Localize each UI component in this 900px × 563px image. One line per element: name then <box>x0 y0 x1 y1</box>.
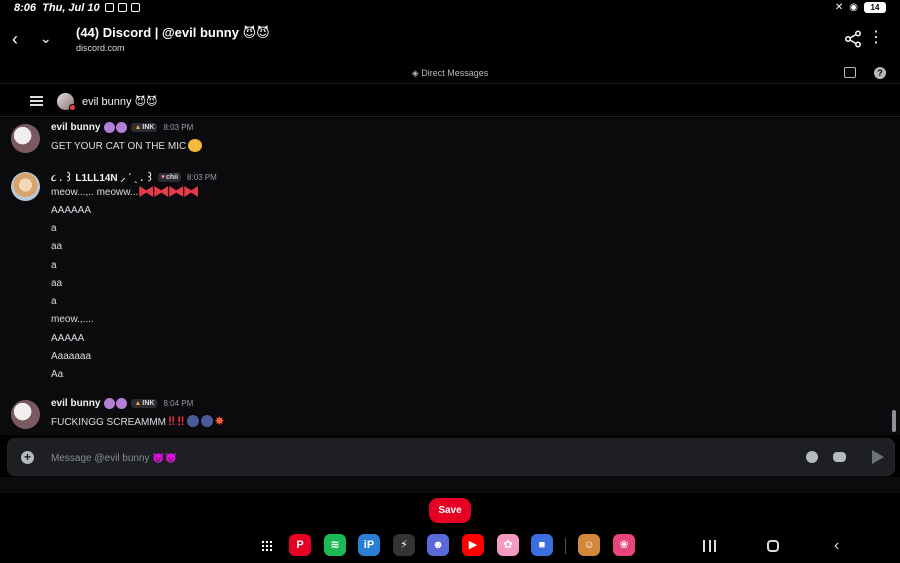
page-domain: discord.com <box>76 43 125 53</box>
pinterest-app-icon[interactable]: P <box>289 534 311 556</box>
browser-bar: ‹ ⌄ (44) Discord | @evil bunny 😈😈 discor… <box>0 16 900 64</box>
ibispaint-app-icon[interactable]: iP <box>358 534 380 556</box>
add-attachment-icon[interactable]: + <box>21 451 34 464</box>
message-line: a <box>51 223 57 234</box>
scrollbar-thumb[interactable] <box>892 410 896 432</box>
composer-footer <box>0 477 900 493</box>
speaking-head-icon <box>186 415 199 427</box>
message-line: Aa <box>51 369 64 380</box>
message-line: Aaaaaaa <box>51 351 92 362</box>
battery-icon: 14 <box>864 2 886 13</box>
ribbon-emoji-icon <box>139 186 154 197</box>
nav-back-icon[interactable]: ‹ <box>834 537 839 555</box>
help-icon[interactable]: ? <box>874 67 886 79</box>
channel-name[interactable]: evil bunny 😈😈 <box>82 95 158 108</box>
emoji-icon[interactable] <box>806 451 818 463</box>
flame-icon: ▲ <box>134 400 142 407</box>
message-line: meow...,.. meoww... <box>51 186 199 198</box>
message-line: AAAAA <box>51 333 85 344</box>
bolt-app-icon[interactable]: ⚡ <box>393 534 415 556</box>
message-composer: + <box>7 438 895 476</box>
status-right: ✕ ◉ 14 <box>835 2 886 13</box>
gacha-app-icon[interactable]: ☻ <box>427 534 449 556</box>
game-avatar-app-icon[interactable]: ☺ <box>578 534 600 556</box>
author-avatar[interactable] <box>11 124 40 153</box>
status-bar: 8:06 Thu, Jul 10 ✕ ◉ 14 <box>0 0 900 16</box>
cat-emoji-icon <box>188 139 203 152</box>
double-exclamation-icon: ‼ <box>168 414 176 428</box>
server-tag[interactable]: ▲INK <box>131 123 158 132</box>
speaking-head-icon <box>200 415 213 427</box>
app-dock: P ≋ iP ⚡ ☻ ▶ ✿ ■ ☺ ❀ ‹ <box>0 532 900 563</box>
message-line: FUCKINGG SCREAMMM ‼ ‼ ✸ <box>51 414 225 428</box>
author-avatar[interactable] <box>11 400 40 429</box>
more-vertical-icon[interactable]: ⋮ <box>868 29 884 47</box>
inbox-icon[interactable] <box>844 67 856 78</box>
message-line: a <box>51 260 57 271</box>
message-line: aa <box>51 278 63 289</box>
heart-icon: ♥ <box>160 173 165 181</box>
app-drawer-icon[interactable] <box>261 540 273 552</box>
home-icon[interactable] <box>767 540 779 552</box>
server-tag[interactable]: ▲INK <box>131 399 158 408</box>
status-time: 8:06 Thu, Jul 10 <box>14 2 100 14</box>
youtube-music-app-icon[interactable]: ▶ <box>462 534 484 556</box>
message-line: meow.,.... <box>51 314 94 325</box>
roblox-app-icon[interactable]: ■ <box>531 534 553 556</box>
server-tag[interactable]: ♥chii <box>157 172 182 182</box>
message-line: a <box>51 296 57 307</box>
message-header: evil bunny ▲INK 8:03 PM <box>51 122 193 133</box>
sim-icon <box>118 3 127 12</box>
ribbon-emoji-icon <box>154 186 169 197</box>
status-dot-icon <box>69 104 76 111</box>
message-time: 8:03 PM <box>163 123 194 132</box>
devil-emoji-icon <box>104 122 128 133</box>
message-input[interactable] <box>51 448 751 468</box>
message-line: AAAAAA <box>51 205 92 216</box>
ribbon-emoji-icon <box>169 186 184 197</box>
page-title: (44) Discord | @evil bunny 😈😈 <box>76 25 270 40</box>
screenshot-icon <box>105 3 114 12</box>
message-time: 8:03 PM <box>187 172 217 182</box>
devil-emoji-icon <box>104 398 128 409</box>
save-button[interactable]: Save <box>429 498 471 523</box>
video-icon <box>131 3 140 12</box>
back-arrow-icon[interactable]: ‹ <box>12 29 18 50</box>
dm-header: ◈ Direct Messages ? <box>0 64 900 84</box>
double-exclamation-icon: ‼ <box>177 414 185 428</box>
message-list[interactable]: evil bunny ▲INK 8:03 PM GET YOUR CAT ON … <box>0 118 900 435</box>
collision-icon: ✸ <box>214 414 225 428</box>
message-time: 8:04 PM <box>163 399 194 408</box>
chevron-down-icon[interactable]: ⌄ <box>40 30 52 47</box>
hamburger-menu-icon[interactable] <box>30 96 43 106</box>
spotify-app-icon[interactable]: ≋ <box>324 534 346 556</box>
author-name[interactable]: evil bunny <box>51 398 100 409</box>
message-line: GET YOUR CAT ON THE MIC <box>51 139 203 152</box>
dm-section-label: ◈ Direct Messages <box>411 68 489 78</box>
location-icon: ◉ <box>849 2 858 13</box>
mute-icon: ✕ <box>834 2 844 13</box>
notification-icons <box>105 3 140 12</box>
message-header: ૮ . ꒱ L1LL14N ⸝ ˊ ˎ . ꒱ ♥chii 8:03 PM <box>51 170 217 184</box>
ribbon-emoji-icon <box>184 186 199 197</box>
discord-icon: ◈ <box>411 68 419 78</box>
dock-divider <box>565 538 566 554</box>
flame-icon: ▲ <box>134 124 142 131</box>
gamepad-icon[interactable] <box>833 452 846 462</box>
recents-icon[interactable] <box>703 540 716 552</box>
send-icon[interactable] <box>872 450 884 464</box>
author-avatar[interactable] <box>11 172 40 201</box>
channel-bar: evil bunny 😈😈 <box>0 85 900 117</box>
gallery-app-icon[interactable]: ❀ <box>613 534 635 556</box>
author-name[interactable]: evil bunny <box>51 122 100 133</box>
share-icon[interactable] <box>844 30 862 48</box>
message-header: evil bunny ▲INK 8:04 PM <box>51 398 193 409</box>
anime-app-icon[interactable]: ✿ <box>497 534 519 556</box>
author-name[interactable]: ૮ . ꒱ L1LL14N ⸝ ˊ ˎ . ꒱ <box>51 170 154 184</box>
message-line: aa <box>51 241 63 252</box>
